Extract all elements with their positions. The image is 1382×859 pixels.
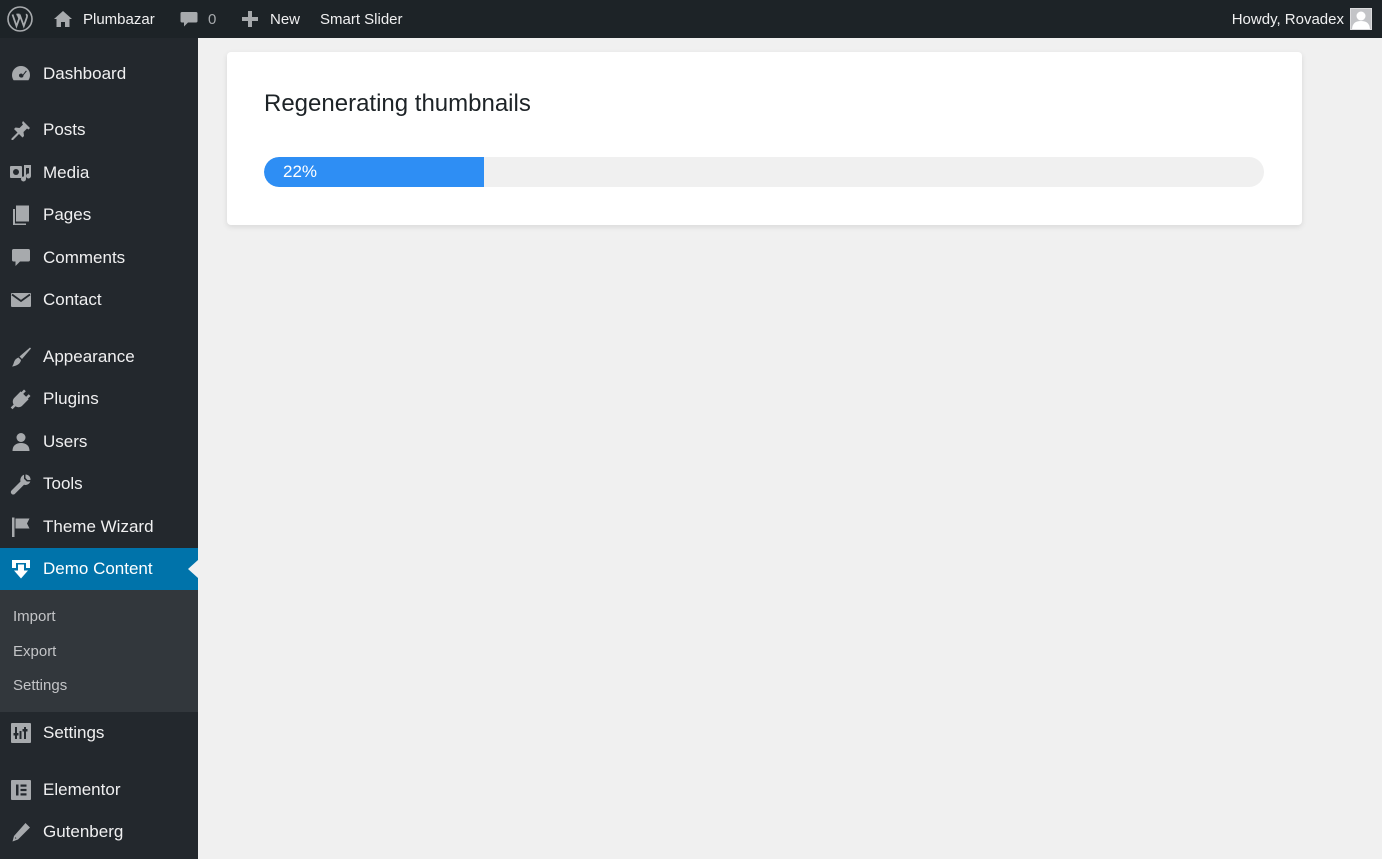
pencil-icon: [9, 820, 33, 844]
sidebar-item-label: Plugins: [43, 389, 99, 408]
sidebar-item-label: Gutenberg: [43, 822, 124, 841]
wordpress-logo-icon: [7, 6, 33, 32]
sidebar-item-comments[interactable]: Comments: [0, 237, 198, 279]
sidebar-item-elementor[interactable]: Elementor: [0, 769, 198, 811]
wrench-icon: [9, 472, 33, 496]
site-name-label: Plumbazar: [83, 10, 155, 28]
sidebar-item-plugins[interactable]: Plugins: [0, 378, 198, 420]
progress-bar: 22%: [264, 157, 1264, 187]
comment-bubble-icon: [179, 9, 199, 29]
sidebar-item-label: Demo Content: [43, 559, 153, 578]
sidebar-item-label: Comments: [43, 248, 126, 267]
download-icon: [9, 557, 33, 581]
wordpress-logo-button[interactable]: [7, 0, 33, 38]
sidebar-item-appearance[interactable]: Appearance: [0, 336, 198, 378]
envelope-icon: [9, 288, 33, 312]
comment-icon: [9, 246, 33, 270]
sidebar-item-users[interactable]: Users: [0, 421, 198, 463]
regenerate-thumbnails-card: Regenerating thumbnails 22%: [227, 52, 1302, 225]
pin-icon: [9, 118, 33, 142]
sidebar-item-label: Appearance: [43, 347, 135, 366]
home-icon: [53, 9, 73, 29]
sidebar-item-dashboard[interactable]: Dashboard: [0, 53, 198, 95]
sidebar-item-label: Contact: [43, 290, 102, 309]
sidebar-item-label: Dashboard: [43, 64, 127, 83]
brush-icon: [9, 345, 33, 369]
media-icon: [9, 161, 33, 185]
plus-icon: [241, 10, 259, 28]
sidebar-item-theme-wizard[interactable]: Theme Wizard: [0, 506, 198, 548]
sidebar-item-settings[interactable]: Settings: [0, 712, 198, 754]
page-title: Regenerating thumbnails: [264, 90, 531, 117]
submenu-item-import[interactable]: Import: [13, 608, 56, 625]
sidebar-item-label: Media: [43, 163, 90, 182]
submenu-item-settings[interactable]: Settings: [13, 677, 67, 694]
elementor-icon: [9, 778, 33, 802]
new-label: New: [270, 10, 301, 28]
admin-bar: Plumbazar 0 New Smart Slider Howdy, Rova…: [0, 0, 1382, 38]
admin-sidebar: Dashboard Posts Media Pages Comments Con…: [0, 38, 198, 859]
sidebar-item-label: Users: [43, 432, 88, 451]
sidebar-item-label: Elementor: [43, 780, 121, 799]
smart-slider-link[interactable]: Smart Slider: [320, 0, 403, 38]
pages-icon: [9, 203, 33, 227]
avatar-icon: [1350, 8, 1372, 30]
smart-slider-label: Smart Slider: [320, 10, 403, 28]
plug-icon: [9, 387, 33, 411]
sidebar-item-label: Posts: [43, 120, 86, 139]
sidebar-item-media[interactable]: Media: [0, 152, 198, 194]
comments-count: 0: [208, 10, 217, 28]
user-icon: [9, 430, 33, 454]
sidebar-item-pages[interactable]: Pages: [0, 194, 198, 236]
sidebar-item-label: Pages: [43, 205, 92, 224]
sidebar-item-demo-content[interactable]: Demo Content: [0, 548, 198, 590]
sidebar-item-tools[interactable]: Tools: [0, 463, 198, 505]
sidebar-item-gutenberg[interactable]: Gutenberg: [0, 811, 198, 853]
submenu-item-export[interactable]: Export: [13, 643, 56, 660]
sidebar-item-label: Tools: [43, 474, 83, 493]
sidebar-item-label: Settings: [43, 723, 105, 742]
sidebar-item-contact[interactable]: Contact: [0, 279, 198, 321]
demo-content-submenu: Import Export Settings: [0, 590, 198, 712]
sidebar-item-label: Theme Wizard: [43, 517, 154, 536]
sidebar-item-posts[interactable]: Posts: [0, 109, 198, 151]
sliders-icon: [9, 721, 33, 745]
flag-icon: [9, 515, 33, 539]
site-name-link[interactable]: Plumbazar: [53, 0, 155, 38]
new-content-button[interactable]: New: [241, 0, 300, 38]
my-account-menu[interactable]: Howdy, Rovadex: [1232, 0, 1372, 38]
dashboard-icon: [9, 62, 33, 86]
progress-percentage: 22%: [283, 162, 318, 181]
howdy-text: Howdy, Rovadex: [1231, 10, 1344, 28]
comments-link[interactable]: 0: [179, 0, 216, 38]
